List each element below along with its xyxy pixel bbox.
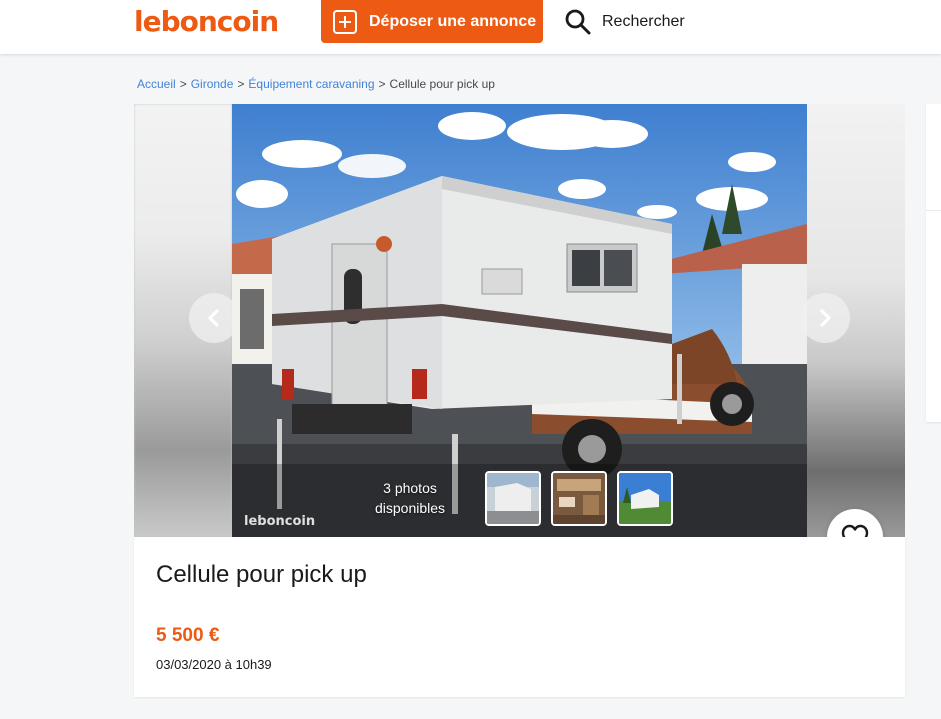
side-panel-divider — [926, 210, 941, 211]
next-photo-button[interactable] — [800, 293, 850, 343]
breadcrumb-category[interactable]: Équipement caravaning — [248, 77, 374, 91]
chevron-left-icon — [208, 309, 219, 327]
ad-price: 5 500 € — [156, 625, 220, 646]
ad-info-card: Cellule pour pick up 5 500 € 03/03/2020 … — [134, 537, 905, 697]
search-icon — [565, 9, 591, 35]
breadcrumb-home[interactable]: Accueil — [137, 77, 176, 91]
post-ad-button[interactable]: Déposer une annonce — [321, 0, 543, 43]
post-ad-label: Déposer une annonce — [369, 12, 537, 30]
previous-photo-button[interactable] — [189, 293, 239, 343]
photo-watermark: leboncoin — [244, 514, 316, 529]
ad-title: Cellule pour pick up — [156, 561, 367, 588]
photo-count-line1: 3 photos — [383, 480, 437, 496]
breadcrumb-current: Cellule pour pick up — [389, 77, 495, 91]
chevron-right-icon — [820, 309, 831, 327]
leboncoin-logo[interactable]: leboncoin — [134, 5, 279, 38]
photo-count: 3 photos disponibles — [360, 478, 460, 518]
breadcrumb: Accueil > Gironde > Équipement caravaning > Ce… — [137, 77, 495, 91]
search-label: Rechercher — [602, 13, 685, 30]
side-panel — [926, 104, 941, 422]
photo-thumbnail-1[interactable] — [485, 471, 541, 526]
breadcrumb-separator: > — [179, 77, 187, 91]
breadcrumb-separator: > — [378, 77, 386, 91]
breadcrumb-separator: > — [237, 77, 245, 91]
photo-thumbnail-2[interactable] — [551, 471, 607, 526]
top-header: leboncoin Déposer une annonce Rechercher — [0, 0, 941, 54]
plus-square-icon — [333, 9, 357, 34]
search-button[interactable]: Rechercher — [564, 8, 685, 36]
ad-date: 03/03/2020 à 10h39 — [156, 657, 272, 672]
breadcrumb-region[interactable]: Gironde — [191, 77, 234, 91]
photo-thumbnail-3[interactable] — [617, 471, 673, 526]
photo-count-line2: disponibles — [374, 500, 446, 516]
photo-gallery[interactable]: leboncoin 3 photos disponibles — [134, 104, 905, 537]
